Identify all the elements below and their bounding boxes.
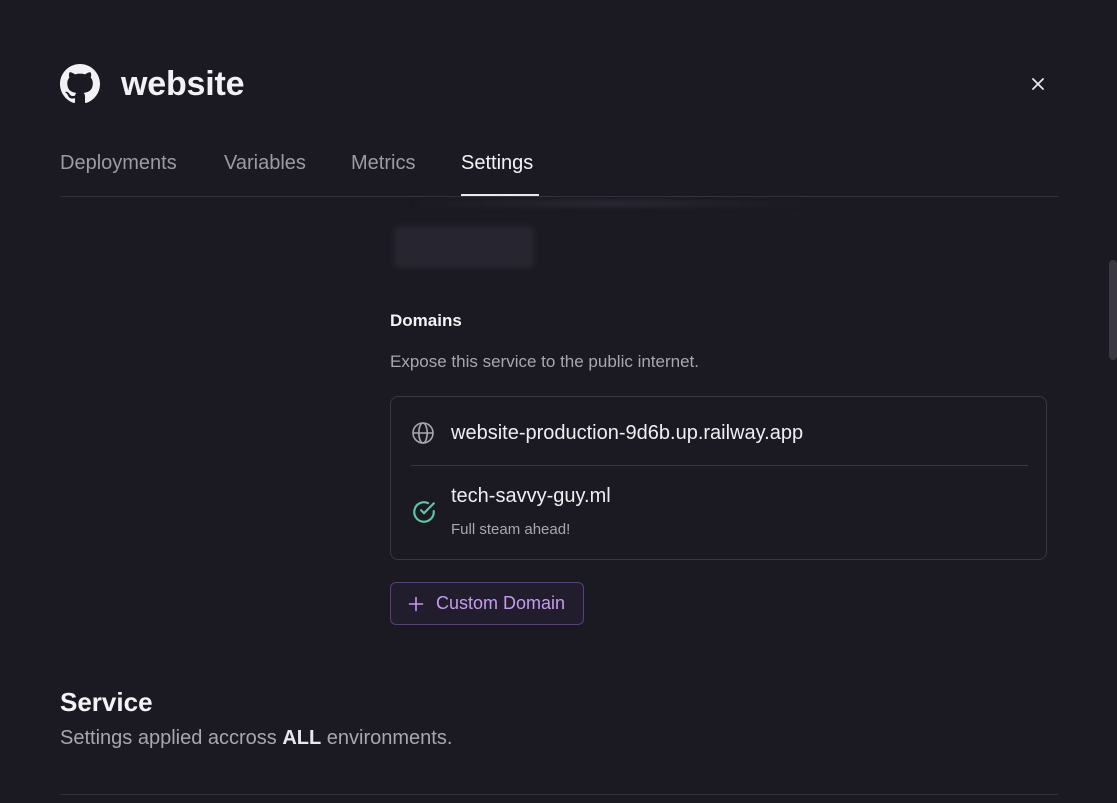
active-tab-indicator (461, 194, 539, 196)
service-desc-emphasis: ALL (282, 727, 322, 749)
custom-domain-label: Custom Domain (436, 593, 566, 613)
domain-link[interactable]: website-production-9d6b.up.railway.app (451, 422, 803, 445)
modal-header: website (60, 62, 245, 106)
service-section-title: Service (60, 687, 153, 717)
domain-item: website-production-9d6b.up.railway.app (411, 419, 803, 447)
github-icon (60, 64, 100, 104)
plus-icon (408, 596, 424, 611)
domains-description: Expose this service to the public intern… (390, 352, 699, 371)
close-button[interactable] (1026, 72, 1050, 96)
close-icon (1032, 78, 1044, 90)
domain-status: Full steam ahead! (451, 521, 571, 538)
service-title-heading: website (121, 64, 245, 103)
domains-list: website-production-9d6b.up.railway.app t… (390, 396, 1047, 560)
domain-link[interactable]: tech-savvy-guy.ml (451, 485, 611, 508)
globe-icon (412, 422, 434, 444)
add-custom-domain-button[interactable]: Custom Domain (390, 582, 584, 625)
tab-settings[interactable]: Settings (461, 152, 533, 175)
tab-metrics[interactable]: Metrics (351, 152, 415, 175)
check-circle-icon (413, 501, 435, 523)
tab-variables[interactable]: Variables (224, 152, 306, 175)
domains-heading: Domains (390, 311, 462, 330)
divider (411, 465, 1028, 466)
service-section-description: Settings applied accross ALL environment… (60, 727, 452, 750)
divider (60, 794, 1058, 795)
service-desc-prefix: Settings applied accross (60, 727, 283, 749)
blurred-button (394, 226, 534, 268)
service-desc-suffix: environments. (321, 727, 453, 749)
scrollbar-thumb[interactable] (1109, 260, 1117, 360)
tab-bar: Deployments Variables Metrics Settings (60, 145, 1058, 197)
tab-deployments[interactable]: Deployments (60, 152, 177, 175)
blurred-content (410, 200, 810, 207)
